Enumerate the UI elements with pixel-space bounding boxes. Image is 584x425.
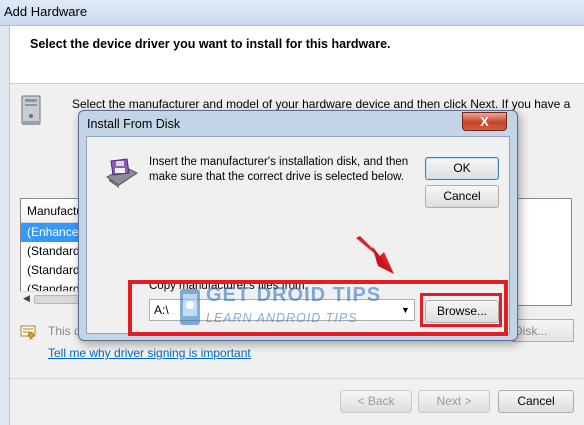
back-button[interactable]: < Back — [340, 390, 412, 413]
model-list[interactable] — [512, 198, 572, 306]
window-frame-left — [0, 26, 10, 425]
list-item[interactable]: (Enhanced — [21, 223, 81, 242]
window-titlebar: Add Hardware — [0, 0, 584, 26]
column-header-manufacturer[interactable]: Manufacturer — [21, 199, 81, 223]
window-title: Add Hardware — [4, 4, 88, 19]
list-item[interactable]: (Standard — [21, 261, 81, 280]
manufacturer-list[interactable]: Manufacturer (Enhanced (Standard (Standa… — [20, 198, 82, 306]
list-item[interactable]: (Standard — [21, 242, 81, 261]
floppy-disk-icon — [106, 158, 138, 188]
scrollbar-thumb[interactable] — [34, 295, 82, 304]
annotation-arrow-icon — [356, 236, 394, 274]
dialog-title: Install From Disk — [87, 117, 181, 131]
dialog-message: Insert the manufacturer's installation d… — [149, 156, 409, 183]
close-icon[interactable]: X — [462, 112, 507, 131]
dialog-cancel-button[interactable]: Cancel — [425, 185, 499, 208]
wizard-heading: Select the device driver you want to ins… — [30, 37, 391, 51]
driver-signing-link[interactable]: Tell me why driver signing is important — [48, 346, 251, 360]
horizontal-scrollbar[interactable]: ◀ — [20, 291, 82, 306]
wizard-cancel-button[interactable]: Cancel — [498, 390, 574, 413]
wizard-instruction: Select the manufacturer and model of you… — [72, 97, 571, 111]
have-disk-button[interactable]: Disk... — [512, 319, 574, 342]
driver-signed-text: This d — [48, 324, 81, 338]
scroll-left-icon[interactable]: ◀ — [23, 293, 30, 304]
ok-button[interactable]: OK — [425, 157, 499, 180]
highlight-box-browse — [420, 293, 502, 327]
next-button[interactable]: Next > — [418, 390, 490, 413]
certificate-icon — [20, 325, 36, 340]
wizard-header: Select the device driver you want to ins… — [10, 26, 584, 84]
footer-divider — [10, 378, 584, 379]
hardware-device-icon — [21, 95, 41, 125]
